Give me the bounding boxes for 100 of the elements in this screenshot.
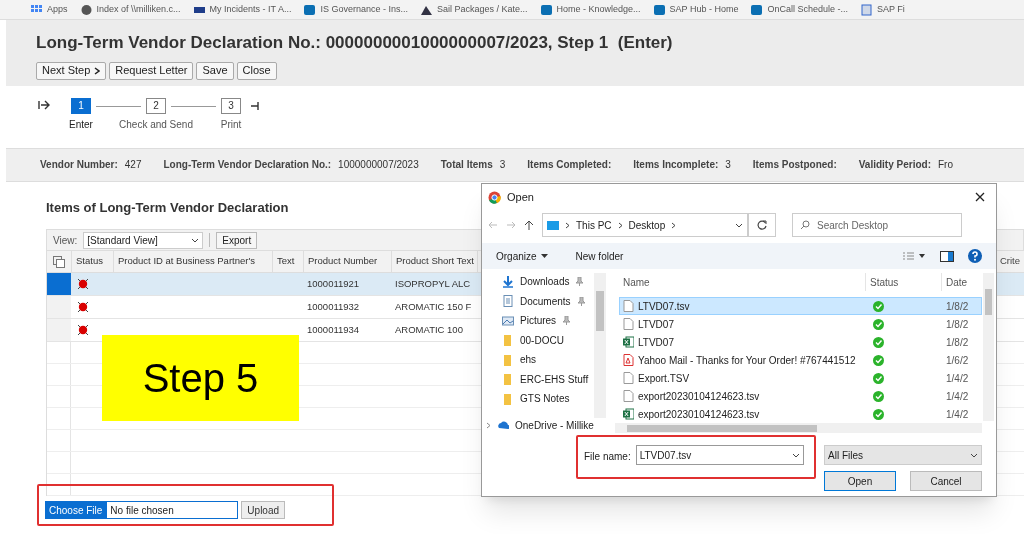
row-selector[interactable]	[47, 319, 71, 341]
file-row[interactable]: Export.TSV 1/4/2	[619, 369, 982, 387]
toolbar-button[interactable]: Request Letter	[109, 61, 194, 80]
bookmark-link[interactable]: Home - Knowledge...	[539, 2, 641, 17]
chevron-right-icon	[565, 221, 570, 229]
column-header[interactable]: Name	[619, 273, 865, 291]
column-header[interactable]: Product Number	[303, 251, 391, 272]
file-row[interactable]: export20230104124623.tsv 1/4/2	[619, 405, 982, 423]
column-header[interactable]: Product Short Text	[391, 251, 477, 272]
nav-item[interactable]: Pictures	[492, 313, 609, 329]
scrollbar[interactable]	[983, 273, 994, 421]
bookmark-link[interactable]: Apps	[30, 2, 68, 17]
chevron-right-icon	[671, 221, 677, 229]
export-button[interactable]: Export	[216, 231, 258, 249]
step-label: Check and Send	[119, 117, 193, 132]
roadmap-start-icon	[38, 99, 50, 110]
nav-item[interactable]: OneDrive - Millike	[486, 417, 609, 433]
step-number[interactable]: 1	[71, 97, 91, 114]
bookmark-link[interactable]: IS Governance - Ins...	[303, 2, 408, 17]
column-header[interactable]: Status	[865, 273, 941, 291]
new-folder-button[interactable]: New folder	[575, 248, 624, 264]
upload-button[interactable]: Upload	[241, 501, 286, 519]
bookmark-link[interactable]: Sail Packages / Kate...	[420, 2, 528, 17]
step-annotation: Step 5	[102, 335, 299, 421]
field-label: Total Items	[440, 158, 493, 172]
choose-file-button[interactable]: Choose File	[45, 501, 107, 519]
open-button[interactable]: Open	[824, 471, 896, 491]
step-number[interactable]: 2	[146, 97, 166, 114]
cancel-button[interactable]: Cancel	[910, 471, 982, 491]
search-field[interactable]: Search Desktop	[792, 213, 962, 237]
bookmark-link[interactable]: Index of \\milliken.c...	[79, 2, 181, 17]
status-light-icon	[77, 278, 89, 290]
bookmark-link[interactable]: SAP Fi	[860, 2, 905, 17]
toolbar-button[interactable]: Close	[236, 61, 277, 80]
status-light-icon	[77, 324, 89, 336]
address-bar[interactable]: This PC Desktop	[542, 213, 748, 237]
roadmap-end-icon	[250, 100, 260, 111]
file-name: LTVD07	[638, 317, 674, 332]
check-circle-icon	[873, 300, 884, 312]
nav-item[interactable]: Documents	[492, 293, 609, 309]
nav-item[interactable]: ERC-EHS Stuff	[492, 371, 609, 387]
field-value: 3	[499, 158, 506, 172]
file-date: 1/6/2	[945, 353, 970, 368]
folder-icon	[502, 353, 514, 366]
file-date: 1/8/2	[945, 317, 970, 332]
chevron-right-icon	[617, 221, 623, 229]
caret-down-icon	[540, 254, 548, 258]
spreadsheet-icon	[623, 408, 634, 420]
breadcrumb-item[interactable]: This PC	[576, 217, 612, 233]
field-label: Items Completed:	[527, 158, 612, 172]
check-circle-icon	[873, 390, 884, 402]
check-circle-icon	[873, 336, 884, 348]
file-row[interactable]: LTVD07 1/8/2	[619, 315, 982, 333]
nav-item[interactable]: Downloads	[492, 274, 609, 290]
nav-item[interactable]: 00-DOCU	[492, 332, 609, 348]
column-header[interactable]: Text	[272, 251, 303, 272]
refresh-icon	[757, 220, 767, 230]
bookmark-link[interactable]: SAP Hub - Home	[652, 2, 739, 17]
file-row[interactable]: LTVD07.tsv 1/8/2	[619, 297, 982, 315]
scrollbar[interactable]	[594, 273, 606, 418]
step-label: Enter	[69, 117, 93, 132]
bookmark-link[interactable]: My Incidents - IT A...	[192, 2, 292, 17]
toolbar-button[interactable]: Save	[196, 61, 234, 80]
file-row[interactable]: LTVD07 1/8/2	[619, 333, 982, 351]
nav-item[interactable]: ehs	[492, 352, 609, 368]
breadcrumb-item[interactable]: Desktop	[628, 217, 666, 233]
field-value: Fro	[938, 158, 953, 172]
picture-icon	[502, 314, 514, 327]
file-name: LTVD07.tsv	[638, 299, 690, 314]
file-name: Yahoo Mail - Thanks for Your Order! #767441512	[638, 353, 856, 368]
search-icon	[800, 220, 810, 230]
file-name-field[interactable]: LTVD07.tsv	[635, 445, 804, 465]
refresh-button[interactable]	[748, 213, 776, 237]
field-value: 1000000007/2023	[338, 158, 419, 172]
file-icon	[623, 300, 634, 312]
bookmark-link[interactable]: OnCall Schedule -...	[750, 2, 848, 17]
file-row[interactable]: Yahoo Mail - Thanks for Your Order! #767441512 1/6/2	[619, 351, 982, 369]
field-value: 3	[725, 158, 731, 172]
row-selector[interactable]	[47, 273, 71, 295]
scrollbar[interactable]	[615, 423, 982, 433]
preview-pane-icon	[940, 250, 954, 262]
step-number[interactable]: 3	[221, 97, 241, 114]
file-type-dropdown[interactable]: All Files	[824, 445, 982, 465]
column-header[interactable]: Status	[71, 251, 113, 272]
column-header[interactable]: Date	[941, 273, 981, 291]
table-cell-text: AROMATIC 100	[394, 322, 464, 337]
row-selector[interactable]	[47, 296, 71, 318]
field-value: LTVD07.tsv	[639, 448, 692, 463]
view-dropdown[interactable]: [Standard View]	[83, 231, 204, 249]
organize-menu[interactable]: Organize	[496, 248, 548, 264]
file-row[interactable]: export20230104124623.tsv 1/4/2	[619, 387, 982, 405]
column-header[interactable]: Product ID at Business Partner's	[113, 251, 272, 272]
view-options-icon	[902, 251, 926, 261]
nav-item[interactable]: GTS Notes	[492, 391, 609, 407]
column-header[interactable]: Crite	[999, 254, 1024, 269]
field-label: Long-Term Vendor Declaration No.:	[163, 158, 332, 172]
document-icon	[502, 295, 514, 308]
toolbar-button[interactable]: Next Step	[36, 61, 107, 80]
file-date: 1/4/2	[945, 389, 970, 404]
table-cell-text: AROMATIC 150 F	[394, 299, 473, 314]
